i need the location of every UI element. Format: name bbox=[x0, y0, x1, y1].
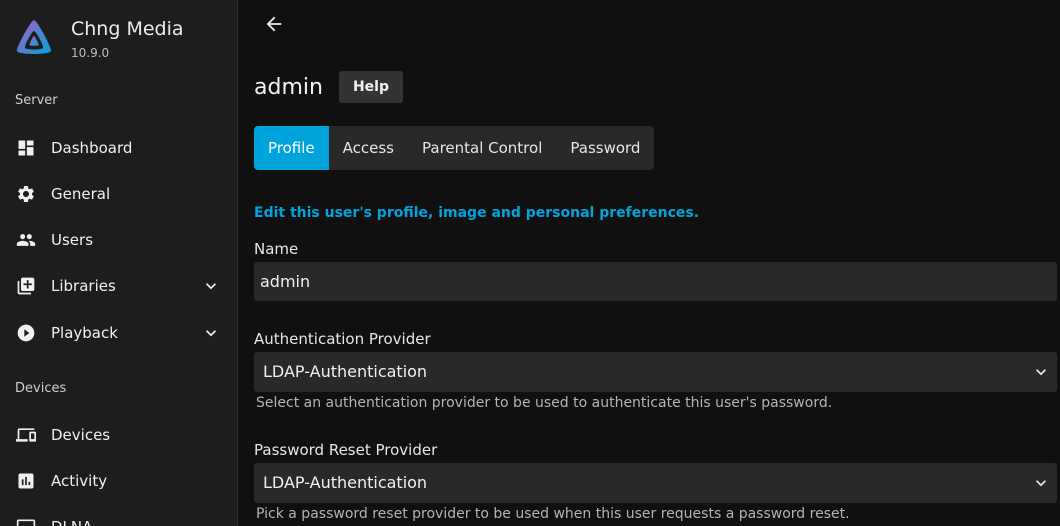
chevron-down-icon bbox=[1031, 362, 1051, 382]
profile-intro-text: Edit this user's profile, image and pers… bbox=[254, 205, 700, 221]
sidebar-item-label: Activity bbox=[51, 472, 108, 490]
chevron-down-icon bbox=[1031, 473, 1051, 493]
sidebar-item-label: DLNA bbox=[51, 518, 92, 526]
app-name: Chng Media bbox=[71, 18, 184, 40]
dlna-icon bbox=[16, 517, 36, 526]
sidebar-item-label: Dashboard bbox=[51, 139, 133, 157]
page-title: admin bbox=[254, 75, 323, 100]
tab-bar: Profile Access Parental Control Password bbox=[254, 126, 655, 170]
tab-password[interactable]: Password bbox=[556, 126, 654, 170]
sidebar-item-libraries[interactable]: Libraries bbox=[0, 266, 237, 306]
auth-provider-label: Authentication Provider bbox=[254, 330, 431, 348]
users-icon bbox=[16, 230, 36, 250]
back-button[interactable] bbox=[263, 13, 287, 37]
section-label-server: Server bbox=[15, 93, 58, 108]
sidebar-item-activity[interactable]: Activity bbox=[0, 461, 237, 501]
reset-provider-select[interactable]: LDAP-Authentication bbox=[254, 463, 1057, 503]
reset-provider-help: Pick a password reset provider to be use… bbox=[256, 506, 850, 522]
brand[interactable]: Chng Media 10.9.0 bbox=[14, 18, 184, 60]
dashboard-icon bbox=[16, 138, 36, 158]
sidebar-item-dashboard[interactable]: Dashboard bbox=[0, 128, 237, 168]
auth-provider-help: Select an authentication provider to be … bbox=[256, 395, 833, 411]
play-circle-icon bbox=[16, 323, 36, 343]
reset-provider-label: Password Reset Provider bbox=[254, 441, 438, 459]
sidebar-item-label: General bbox=[51, 185, 111, 203]
tab-access[interactable]: Access bbox=[329, 126, 408, 170]
sidebar-item-users[interactable]: Users bbox=[0, 220, 237, 260]
gear-icon bbox=[16, 184, 36, 204]
sidebar-item-label: Users bbox=[51, 231, 94, 249]
help-button[interactable]: Help bbox=[339, 71, 403, 103]
sidebar-item-general[interactable]: General bbox=[0, 174, 237, 214]
name-label: Name bbox=[254, 240, 299, 258]
library-add-icon bbox=[16, 276, 36, 296]
sidebar-item-devices[interactable]: Devices bbox=[0, 415, 237, 455]
auth-provider-value: LDAP-Authentication bbox=[263, 362, 428, 381]
reset-provider-value: LDAP-Authentication bbox=[263, 473, 428, 492]
sidebar-item-label: Playback bbox=[51, 324, 118, 342]
section-label-devices: Devices bbox=[15, 381, 67, 396]
devices-icon bbox=[16, 425, 36, 445]
app-version: 10.9.0 bbox=[71, 46, 110, 60]
sidebar: Chng Media 10.9.0 Server Dashboard Gener… bbox=[0, 0, 238, 526]
chevron-down-icon[interactable] bbox=[201, 323, 221, 343]
activity-chart-icon bbox=[16, 471, 36, 491]
auth-provider-select[interactable]: LDAP-Authentication bbox=[254, 352, 1057, 392]
tab-parental-control[interactable]: Parental Control bbox=[408, 126, 556, 170]
tab-profile[interactable]: Profile bbox=[254, 126, 329, 170]
arrow-back-icon bbox=[266, 16, 282, 32]
sidebar-item-label: Libraries bbox=[51, 277, 116, 295]
app-logo-icon bbox=[16, 20, 52, 54]
main-content: admin Help Profile Access Parental Contr… bbox=[239, 0, 1060, 526]
sidebar-item-label: Devices bbox=[51, 426, 111, 444]
sidebar-item-dlna[interactable]: DLNA bbox=[0, 507, 237, 526]
name-input[interactable] bbox=[254, 262, 1057, 301]
chevron-down-icon[interactable] bbox=[201, 276, 221, 296]
sidebar-item-playback[interactable]: Playback bbox=[0, 313, 237, 353]
